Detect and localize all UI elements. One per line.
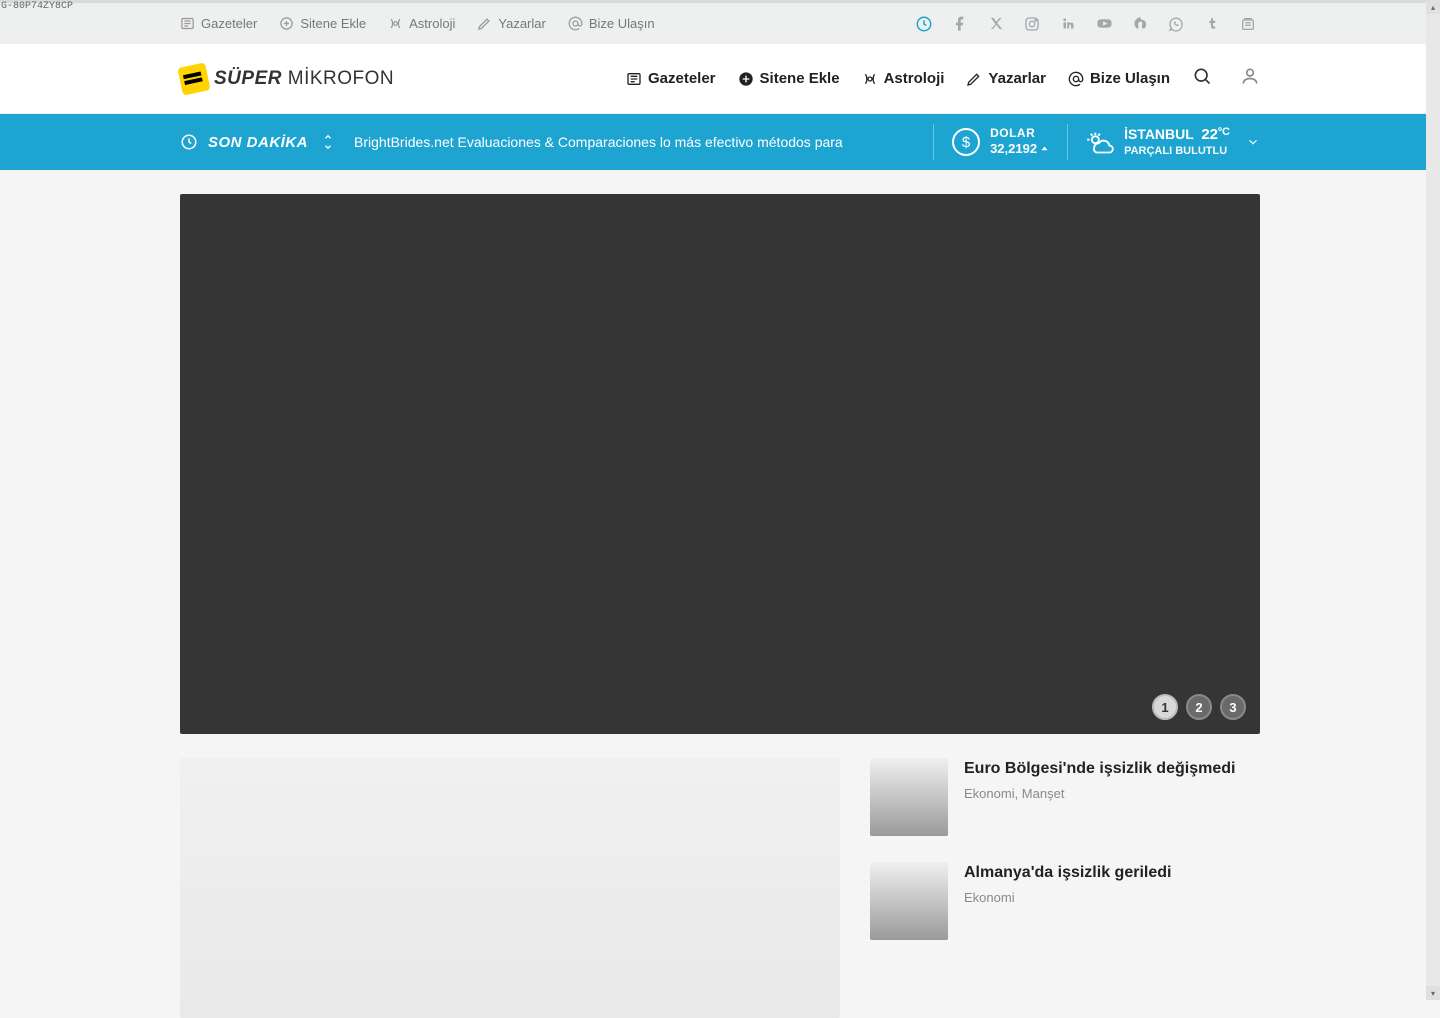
- plus-circle-icon: [279, 16, 294, 31]
- zodiac-icon: [388, 16, 403, 31]
- partly-cloudy-icon: [1086, 128, 1114, 156]
- search-icon[interactable]: [1192, 66, 1212, 91]
- util-label: Sitene Ekle: [300, 16, 366, 31]
- hero-dot-2[interactable]: 2: [1186, 694, 1212, 720]
- dollar-icon: $: [952, 128, 980, 156]
- nav-label: Bize Ulaşın: [1090, 70, 1170, 87]
- main-nav: SÜPER MİKROFON Gazeteler Sitene Ekle Ast…: [0, 44, 1440, 114]
- currency-value: 32,2192: [990, 141, 1037, 157]
- currency-widget[interactable]: $ DOLAR 32,2192: [952, 126, 1049, 157]
- nav-label: Yazarlar: [988, 70, 1046, 87]
- scroll-down-icon[interactable]: ▾: [1426, 986, 1440, 1000]
- x-twitter-icon[interactable]: [984, 12, 1008, 36]
- nav-link-yazarlar[interactable]: Yazarlar: [966, 70, 1046, 87]
- at-icon: [1068, 71, 1084, 87]
- user-icon[interactable]: [1240, 66, 1260, 91]
- util-label: Gazeteler: [201, 16, 257, 31]
- tumblr-icon[interactable]: [1200, 12, 1224, 36]
- scroll-up-icon[interactable]: ▴: [1426, 0, 1440, 14]
- instagram-icon[interactable]: [1020, 12, 1044, 36]
- hero-dot-1[interactable]: 1: [1152, 694, 1178, 720]
- clock-icon[interactable]: [912, 12, 936, 36]
- hero-slider[interactable]: 1 2 3: [180, 194, 1260, 734]
- utility-bar: Gazeteler Sitene Ekle Astroloji Yazarlar…: [0, 0, 1440, 44]
- nav-link-bize-ulasin[interactable]: Bize Ulaşın: [1068, 70, 1170, 87]
- weather-temp: 22: [1201, 126, 1218, 143]
- logo-text: SÜPER MİKROFON: [214, 68, 394, 90]
- news-title: Euro Bölgesi'nde işsizlik değişmedi: [964, 758, 1235, 780]
- sidebar-news-item[interactable]: Almanya'da işsizlik geriledi Ekonomi: [870, 862, 1260, 940]
- site-logo[interactable]: SÜPER MİKROFON: [180, 65, 394, 93]
- pen-icon: [966, 71, 982, 87]
- nav-label: Sitene Ekle: [760, 70, 840, 87]
- util-label: Astroloji: [409, 16, 455, 31]
- nav-link-gazeteler[interactable]: Gazeteler: [626, 70, 716, 87]
- google-news-icon[interactable]: [1236, 12, 1260, 36]
- weather-city: İSTANBUL: [1124, 126, 1193, 142]
- news-category: Ekonomi, Manşet: [964, 786, 1235, 801]
- currency-name: DOLAR: [990, 126, 1049, 141]
- clock-icon: [180, 133, 198, 151]
- plus-circle-filled-icon: [738, 71, 754, 87]
- arrow-up-icon: [1040, 145, 1049, 154]
- breaking-news-bar: SON DAKİKA BrightBrides.net Evaluaciones…: [0, 114, 1440, 170]
- facebook-icon[interactable]: [948, 12, 972, 36]
- at-icon: [568, 16, 583, 31]
- breaking-label: SON DAKİKA: [180, 133, 308, 151]
- news-thumb: [870, 758, 948, 836]
- news-category: Ekonomi: [964, 890, 1171, 905]
- nav-link-sitene-ekle[interactable]: Sitene Ekle: [738, 70, 840, 87]
- weather-widget[interactable]: İSTANBUL 22ºC PARÇALI BULUTLU: [1086, 126, 1260, 159]
- nav-label: Astroloji: [884, 70, 945, 87]
- util-label: Yazarlar: [498, 16, 545, 31]
- nav-link-astroloji[interactable]: Astroloji: [862, 70, 945, 87]
- pinterest-icon[interactable]: [1128, 12, 1152, 36]
- separator: [1067, 124, 1068, 160]
- ticker-headline[interactable]: BrightBrides.net Evaluaciones & Comparac…: [354, 134, 915, 150]
- chevron-down-icon[interactable]: [1246, 135, 1260, 149]
- linkedin-icon[interactable]: [1056, 12, 1080, 36]
- weather-desc: PARÇALI BULUTLU: [1124, 145, 1230, 159]
- newspaper-icon: [626, 71, 642, 87]
- featured-placeholder[interactable]: [180, 758, 840, 1018]
- ticker-nav[interactable]: [322, 132, 334, 152]
- nav-label: Gazeteler: [648, 70, 716, 87]
- hero-dot-3[interactable]: 3: [1220, 694, 1246, 720]
- newspaper-icon: [180, 16, 195, 31]
- util-label: Bize Ulaşın: [589, 16, 655, 31]
- hero-pagination: 1 2 3: [1152, 694, 1246, 720]
- tracking-id: G-80P74ZY8CP: [1, 1, 73, 12]
- pen-icon: [477, 16, 492, 31]
- chevron-down-icon[interactable]: [322, 142, 334, 152]
- zodiac-icon: [862, 71, 878, 87]
- chevron-up-icon[interactable]: [322, 132, 334, 142]
- news-title: Almanya'da işsizlik geriledi: [964, 862, 1171, 884]
- util-link-bize-ulasin[interactable]: Bize Ulaşın: [568, 16, 655, 31]
- separator: [933, 124, 934, 160]
- util-link-yazarlar[interactable]: Yazarlar: [477, 16, 545, 31]
- whatsapp-icon[interactable]: [1164, 12, 1188, 36]
- scrollbar[interactable]: ▴ ▾: [1426, 0, 1440, 1000]
- logo-glove-icon: [177, 62, 210, 95]
- util-link-astroloji[interactable]: Astroloji: [388, 16, 455, 31]
- util-link-gazeteler[interactable]: Gazeteler: [180, 16, 257, 31]
- weather-unit: ºC: [1218, 126, 1230, 138]
- util-link-sitene-ekle[interactable]: Sitene Ekle: [279, 16, 366, 31]
- youtube-icon[interactable]: [1092, 12, 1116, 36]
- news-thumb: [870, 862, 948, 940]
- sidebar-news-item[interactable]: Euro Bölgesi'nde işsizlik değişmedi Ekon…: [870, 758, 1260, 836]
